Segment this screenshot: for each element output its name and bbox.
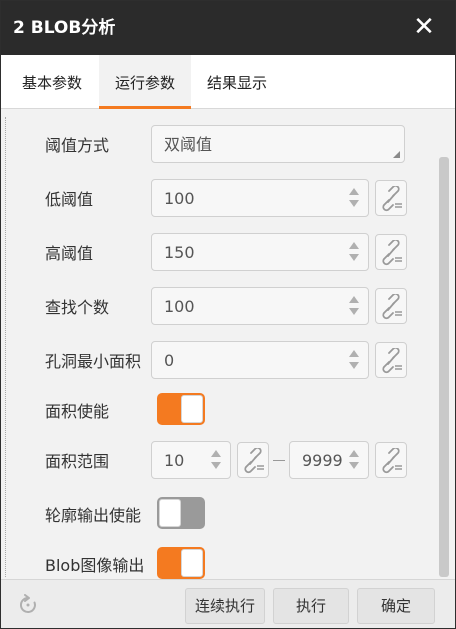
- high-threshold-input[interactable]: 150: [151, 233, 369, 271]
- spinner-arrows-icon[interactable]: [348, 240, 360, 266]
- tab-label: 结果显示: [206, 74, 267, 92]
- title-bar: 2 BLOB分析 ✕: [1, 1, 455, 55]
- spinner-arrows-icon[interactable]: [348, 186, 360, 212]
- refresh-icon[interactable]: [17, 594, 39, 616]
- toggle-knob: [181, 395, 203, 423]
- area-range-label: 面积范围: [45, 452, 110, 471]
- blob-image-output-label: Blob图像输出: [45, 556, 145, 575]
- tab-basic-params[interactable]: 基本参数: [11, 73, 93, 109]
- footer-bar: 连续执行 执行 确定: [1, 579, 455, 628]
- high-threshold-label: 高阈值: [45, 244, 94, 263]
- area-range-max-input[interactable]: 9999: [289, 441, 369, 479]
- area-range-min-value: 10: [164, 451, 185, 470]
- low-threshold-value: 100: [164, 189, 195, 208]
- chain-link-icon: [382, 448, 402, 474]
- chain-link-icon: [382, 294, 402, 320]
- confirm-button[interactable]: 确定: [357, 588, 435, 624]
- dialog-title: 2 BLOB分析: [13, 18, 116, 38]
- params-panel: 阈值方式 双阈值 低阈值 100 高阈值 150 查找个数 100 孔洞最小面积…: [1, 109, 455, 579]
- divider: [5, 117, 6, 577]
- area-enable-label: 面积使能: [45, 402, 110, 421]
- high-threshold-value: 150: [164, 243, 195, 262]
- find-count-value: 100: [164, 297, 195, 316]
- low-threshold-link-button[interactable]: [375, 180, 407, 216]
- threshold-mode-value: 双阈值: [164, 135, 213, 154]
- blob-image-output-toggle[interactable]: [157, 547, 205, 579]
- contour-output-enable-toggle[interactable]: [157, 497, 205, 529]
- run-button[interactable]: 执行: [273, 588, 349, 624]
- high-threshold-link-button[interactable]: [375, 234, 407, 270]
- blob-analysis-dialog: 2 BLOB分析 ✕ 基本参数 运行参数 结果显示 阈值方式 双阈值 低阈值 1…: [0, 0, 456, 629]
- tab-bar: 基本参数 运行参数 结果显示: [1, 55, 455, 109]
- close-icon[interactable]: ✕: [411, 13, 437, 41]
- area-enable-toggle[interactable]: [157, 393, 205, 425]
- find-count-label: 查找个数: [45, 298, 110, 317]
- spinner-arrows-icon[interactable]: [348, 348, 360, 374]
- spinner-arrows-icon[interactable]: [348, 448, 360, 474]
- toggle-knob: [181, 549, 203, 577]
- low-threshold-input[interactable]: 100: [151, 179, 369, 217]
- low-threshold-label: 低阈值: [45, 190, 94, 209]
- spinner-arrows-icon[interactable]: [210, 448, 222, 474]
- contour-output-enable-label: 轮廓输出使能: [45, 506, 142, 525]
- find-count-link-button[interactable]: [375, 288, 407, 324]
- range-separator: [273, 460, 285, 461]
- threshold-mode-select[interactable]: 双阈值: [151, 125, 405, 163]
- hole-min-area-link-button[interactable]: [375, 342, 407, 378]
- find-count-input[interactable]: 100: [151, 287, 369, 325]
- tab-label: 运行参数: [114, 74, 175, 92]
- hole-min-area-input[interactable]: 0: [151, 341, 369, 379]
- continuous-run-button[interactable]: 连续执行: [185, 588, 265, 624]
- tab-result-display[interactable]: 结果显示: [197, 73, 277, 109]
- tab-label: 基本参数: [21, 74, 82, 92]
- area-range-min-link-button[interactable]: [237, 442, 269, 478]
- chain-link-icon: [382, 348, 402, 374]
- area-range-min-input[interactable]: 10: [151, 441, 231, 479]
- hole-min-area-label: 孔洞最小面积: [45, 352, 142, 371]
- chain-link-icon: [244, 448, 264, 474]
- chain-link-icon: [382, 240, 402, 266]
- vertical-scrollbar[interactable]: [439, 157, 449, 577]
- area-range-max-value: 9999: [302, 451, 343, 470]
- spinner-arrows-icon[interactable]: [348, 294, 360, 320]
- tab-run-params[interactable]: 运行参数: [99, 55, 191, 109]
- hole-min-area-value: 0: [164, 351, 175, 370]
- threshold-mode-label: 阈值方式: [45, 136, 110, 155]
- dropdown-corner-icon: [393, 151, 400, 158]
- area-range-max-link-button[interactable]: [375, 442, 407, 478]
- chain-link-icon: [382, 186, 402, 212]
- toggle-knob: [159, 499, 181, 527]
